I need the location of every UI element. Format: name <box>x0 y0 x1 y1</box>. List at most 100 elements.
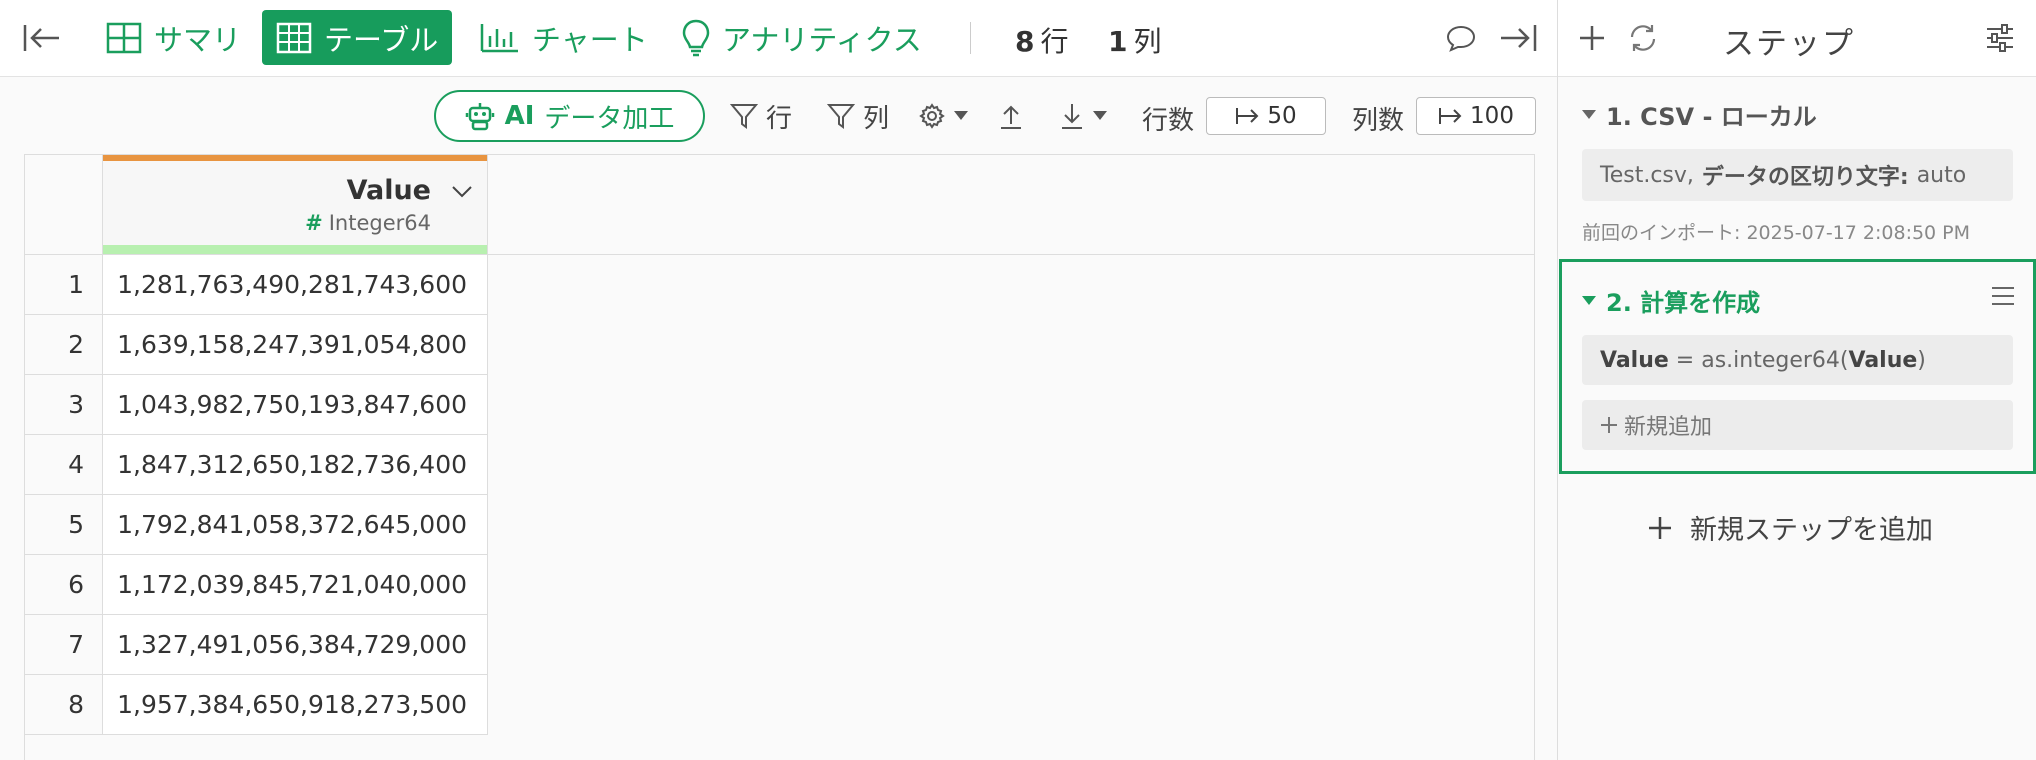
table-cell[interactable]: 1,327,491,056,384,729,000 <box>103 615 488 674</box>
tab-analytics-label: アナリティクス <box>722 22 922 57</box>
download-dropdown[interactable] <box>1059 96 1107 136</box>
summary-grid-icon <box>106 22 142 54</box>
step-1-delimiter-value: auto <box>1916 162 1967 188</box>
filter-icon <box>827 102 855 130</box>
table-row[interactable]: 2 1,639,158,247,391,054,800 <box>25 315 488 375</box>
divider <box>970 22 971 54</box>
chevron-down-icon[interactable] <box>451 185 473 199</box>
ai-button-label: データ加工 <box>544 103 675 134</box>
filter-rows-label: 行 <box>766 103 793 134</box>
row-count-number: 8 <box>1015 25 1035 58</box>
filter-rows-button[interactable]: 行 <box>730 96 792 136</box>
tab-summary[interactable]: サマリ <box>92 10 255 65</box>
table-row[interactable]: 3 1,043,982,750,193,847,600 <box>25 375 488 435</box>
table-row[interactable]: 4 1,847,312,650,182,736,400 <box>25 435 488 495</box>
rows-limit-input[interactable]: 50 <box>1206 97 1326 135</box>
step-1-delimiter-label: データの区切り文字: <box>1701 165 1909 190</box>
plus-icon[interactable] <box>1576 22 1608 54</box>
formula-expression: = as.integer64( <box>1668 347 1849 373</box>
bar-chart-icon <box>480 22 520 54</box>
plus-icon <box>1648 516 1672 540</box>
column-header-value[interactable]: Value # Integer64 <box>103 155 488 255</box>
cols-limit-input[interactable]: 100 <box>1416 97 1536 135</box>
filter-icon <box>730 102 758 130</box>
collapse-right-icon[interactable] <box>1498 20 1538 56</box>
step-1-import-time: 前回のインポート: 2025-07-17 2:08:50 PM <box>1582 222 1971 244</box>
add-step-label: 新規ステップを追加 <box>1690 515 1933 546</box>
rows-limit-value: 50 <box>1267 103 1297 129</box>
panel-title: ステップ <box>1723 26 1855 62</box>
settings-sliders-icon[interactable] <box>1983 22 2017 54</box>
filter-cols-button[interactable]: 列 <box>827 96 889 136</box>
hamburger-menu-icon[interactable] <box>1991 286 2015 306</box>
row-number: 8 <box>25 675 103 734</box>
step-2-title: 2. 計算を作成 <box>1606 289 1761 317</box>
filter-cols-label: 列 <box>863 103 890 134</box>
row-number: 1 <box>25 255 103 314</box>
calculation-formula[interactable]: Value = as.integer64( Value ) <box>1582 335 2013 385</box>
tab-chart[interactable]: チャート <box>466 10 662 65</box>
tab-chart-label: チャート <box>532 22 648 57</box>
upload-button[interactable] <box>998 96 1024 136</box>
row-number: 2 <box>25 315 103 374</box>
formula-close: ) <box>1917 347 1926 373</box>
tab-summary-label: サマリ <box>154 22 242 57</box>
table-cell[interactable]: 1,172,039,845,721,040,000 <box>103 555 488 614</box>
add-calculation-button[interactable]: 新規追加 <box>1582 400 2013 450</box>
add-calculation-label: 新規追加 <box>1624 415 1713 440</box>
table-cell[interactable]: 1,043,982,750,193,847,600 <box>103 375 488 434</box>
table-row[interactable]: 8 1,957,384,650,918,273,500 <box>25 675 488 735</box>
main-area: サマリ テーブル チャート アナリティクス 8行 1列 AI データ加工 行 列… <box>0 0 1557 760</box>
refresh-icon[interactable] <box>1626 22 1660 54</box>
table-toolbar: AI データ加工 行 列 行数 50 列数 100 <box>0 78 1557 154</box>
step-1-header[interactable]: 1. CSV - ローカル <box>1582 97 1817 132</box>
table-cell[interactable]: 1,281,763,490,281,743,600 <box>103 255 488 314</box>
step-1-file: Test.csv, <box>1600 162 1694 188</box>
collapse-left-icon[interactable] <box>22 20 62 56</box>
caret-down-icon <box>1582 296 1596 305</box>
row-count-unit: 行 <box>1040 25 1069 58</box>
col-count-unit: 列 <box>1133 25 1162 58</box>
ai-data-wrangling-button[interactable]: AI データ加工 <box>434 90 705 142</box>
gear-icon <box>918 102 946 130</box>
table-cell[interactable]: 1,847,312,650,182,736,400 <box>103 435 488 494</box>
table-row[interactable]: 5 1,792,841,058,372,645,000 <box>25 495 488 555</box>
step-2[interactable]: 2. 計算を作成 Value = as.integer64( Value ) 新… <box>1559 259 2036 474</box>
limit-arrow-icon <box>1438 106 1464 126</box>
table-cell[interactable]: 1,957,384,650,918,273,500 <box>103 675 488 734</box>
robot-icon <box>465 101 495 131</box>
table-cell[interactable]: 1,639,158,247,391,054,800 <box>103 315 488 374</box>
row-number-header <box>25 155 103 255</box>
step-1-detail[interactable]: Test.csv, データの区切り文字: auto <box>1582 149 2013 201</box>
table-icon <box>276 22 312 54</box>
tab-table[interactable]: テーブル <box>262 10 453 65</box>
steps-panel-header: ステップ <box>1558 0 2036 77</box>
table-row[interactable]: 1 1,281,763,490,281,743,600 <box>25 255 488 315</box>
settings-dropdown[interactable] <box>918 96 968 136</box>
row-count: 8行 <box>1015 20 1069 60</box>
comment-icon[interactable] <box>1444 22 1478 54</box>
cols-limit-value: 100 <box>1470 103 1514 129</box>
table-row[interactable]: 6 1,172,039,845,721,040,000 <box>25 555 488 615</box>
number-type-icon: # <box>305 211 323 235</box>
add-step-button[interactable]: 新規ステップを追加 <box>1648 508 1933 547</box>
lightbulb-icon <box>682 19 710 57</box>
download-icon <box>1059 102 1085 130</box>
column-header-stripe <box>103 155 487 161</box>
step-1-title: 1. CSV - ローカル <box>1606 103 1817 131</box>
column-name: Value <box>346 175 431 206</box>
col-count-number: 1 <box>1108 25 1128 58</box>
table-cell[interactable]: 1,792,841,058,372,645,000 <box>103 495 488 554</box>
row-number: 4 <box>25 435 103 494</box>
row-number: 3 <box>25 375 103 434</box>
caret-down-icon <box>1582 110 1596 119</box>
tab-table-label: テーブル <box>324 22 439 57</box>
column-type: # Integer64 <box>305 211 431 235</box>
tab-analytics[interactable]: アナリティクス <box>668 10 936 65</box>
col-count: 1列 <box>1108 20 1162 60</box>
plus-icon <box>1600 416 1618 434</box>
caret-down-icon <box>954 111 968 121</box>
table-row[interactable]: 7 1,327,491,056,384,729,000 <box>25 615 488 675</box>
top-bar: サマリ テーブル チャート アナリティクス 8行 1列 <box>0 0 1557 77</box>
step-2-header[interactable]: 2. 計算を作成 <box>1582 283 1760 318</box>
